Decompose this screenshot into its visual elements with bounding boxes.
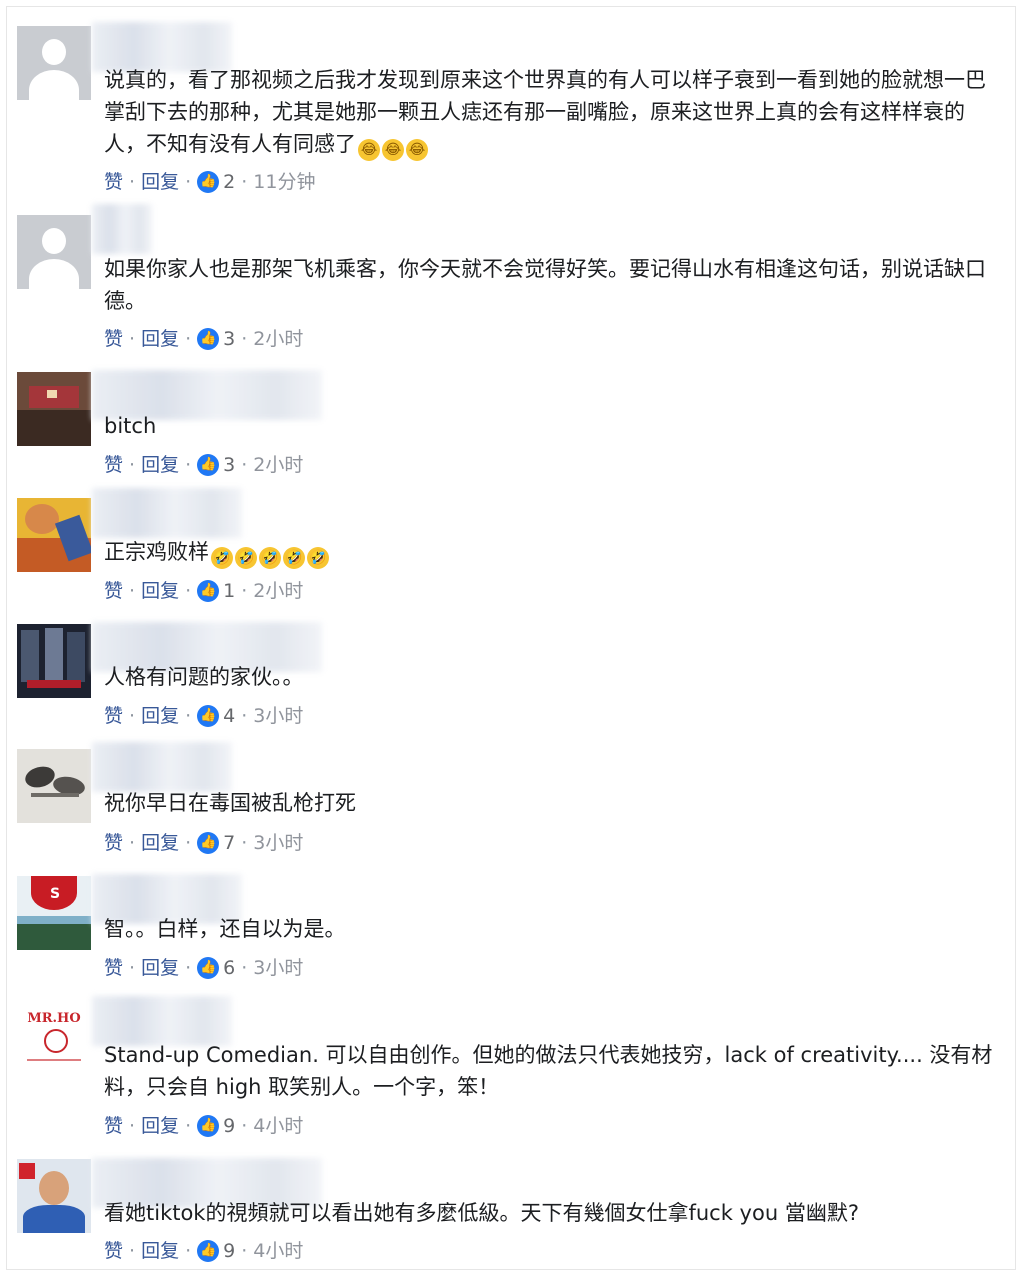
- reply-button[interactable]: 回复: [141, 578, 179, 604]
- comment-actions: 赞 · 回复 · 👍 3 · 2小时: [104, 326, 304, 352]
- laughing-emoji-icon: 😂: [406, 139, 428, 161]
- room-photo-avatar[interactable]: [17, 372, 91, 446]
- comment-actions: 赞 · 回复 · 👍 7 · 3小时: [104, 830, 304, 856]
- like-count: 9: [223, 1240, 236, 1262]
- blurred-username: [92, 488, 242, 538]
- like-count: 3: [223, 454, 236, 476]
- timestamp[interactable]: 4小时: [253, 1113, 303, 1139]
- reply-button[interactable]: 回复: [141, 326, 179, 352]
- comment-text: 智。。白样，还自以为是。: [104, 917, 346, 941]
- default-avatar[interactable]: [17, 26, 91, 100]
- reply-button[interactable]: 回复: [141, 955, 179, 981]
- comment-text: 看她tiktok的視頻就可以看出她有多麼低級。天下有幾個女仕拿fuck you …: [104, 1201, 859, 1225]
- like-button[interactable]: 赞: [104, 452, 123, 478]
- thumbs-up-icon[interactable]: 👍: [197, 1240, 220, 1262]
- like-count: 6: [223, 957, 236, 979]
- like-button[interactable]: 赞: [104, 955, 123, 981]
- like-button[interactable]: 赞: [104, 1113, 123, 1139]
- horse-painting-avatar[interactable]: [17, 749, 91, 823]
- mr-ho-logo-avatar[interactable]: MR.HO: [17, 1003, 91, 1077]
- laughing-emoji-icon: 😂: [382, 139, 404, 161]
- reply-button[interactable]: 回复: [141, 169, 179, 195]
- reply-button[interactable]: 回复: [141, 830, 179, 856]
- timestamp[interactable]: 4小时: [253, 1238, 303, 1264]
- timestamp[interactable]: 11分钟: [253, 169, 315, 195]
- comment-text: 如果你家人也是那架飞机乘客，你今天就不会觉得好笑。要记得山水有相逢这句话，别说话…: [104, 257, 986, 313]
- reply-button[interactable]: 回复: [141, 1238, 179, 1264]
- like-count: 9: [223, 1115, 236, 1137]
- comment-actions: 赞 · 回复 · 👍 2 · 11分钟: [104, 169, 316, 195]
- like-count: 7: [223, 832, 236, 854]
- timestamp[interactable]: 3小时: [253, 703, 303, 729]
- like-button[interactable]: 赞: [104, 830, 123, 856]
- comment-actions: 赞 · 回复 · 👍 6 · 3小时: [104, 955, 304, 981]
- default-avatar[interactable]: [17, 215, 91, 289]
- brand-logo-text: MR.HO: [27, 1011, 81, 1026]
- comment-actions: 赞 · 回复 · 👍 1 · 2小时: [104, 578, 304, 604]
- comment-text: 说真的，看了那视频之后我才发现到原来这个世界真的有人可以样子衰到一看到她的脸就想…: [104, 64, 994, 161]
- like-button[interactable]: 赞: [104, 326, 123, 352]
- like-count: 4: [223, 705, 236, 727]
- thumbs-up-icon[interactable]: 👍: [197, 705, 220, 727]
- thumbs-up-icon[interactable]: 👍: [197, 1115, 220, 1137]
- like-button[interactable]: 赞: [104, 1238, 123, 1264]
- timestamp[interactable]: 2小时: [253, 578, 303, 604]
- like-button[interactable]: 赞: [104, 703, 123, 729]
- reply-button[interactable]: 回复: [141, 703, 179, 729]
- like-button[interactable]: 赞: [104, 578, 123, 604]
- blurred-username: [92, 742, 232, 792]
- thumbs-up-icon[interactable]: 👍: [197, 580, 220, 602]
- comment-text: 人格有问题的家伙。。: [104, 665, 304, 689]
- rolling-laughing-emoji-icon: 🤣: [259, 547, 281, 569]
- comment-actions: 赞 · 回复 · 👍 9 · 4小时: [104, 1113, 304, 1139]
- comment-text: bitch: [104, 414, 157, 438]
- thumbs-up-icon[interactable]: 👍: [197, 454, 220, 476]
- comment-text: Stand-up Comedian. 可以自由创作。但她的做法只代表她技穷，la…: [104, 1043, 993, 1099]
- man-photo-avatar[interactable]: [17, 1159, 91, 1233]
- timestamp[interactable]: 3小时: [253, 955, 303, 981]
- like-count: 2: [223, 171, 236, 193]
- thumbs-up-icon[interactable]: 👍: [197, 171, 220, 193]
- reply-button[interactable]: 回复: [141, 452, 179, 478]
- comic-avatar[interactable]: [17, 498, 91, 572]
- comment-text: 正宗鸡败样 🤣 🤣 🤣 🤣 🤣: [104, 536, 994, 569]
- rolling-laughing-emoji-icon: 🤣: [307, 547, 329, 569]
- like-count: 1: [223, 580, 236, 602]
- thumbs-up-icon[interactable]: 👍: [197, 328, 220, 350]
- reply-button[interactable]: 回复: [141, 1113, 179, 1139]
- comment-text: 祝你早日在毒国被乱枪打死: [104, 791, 356, 815]
- like-button[interactable]: 赞: [104, 169, 123, 195]
- thumbs-up-icon[interactable]: 👍: [197, 832, 220, 854]
- timestamp[interactable]: 2小时: [253, 326, 303, 352]
- comment-actions: 赞 · 回复 · 👍 9 · 4小时: [104, 1238, 304, 1264]
- like-count: 3: [223, 328, 236, 350]
- movie-poster-avatar[interactable]: [17, 624, 91, 698]
- thumbs-up-icon[interactable]: 👍: [197, 957, 220, 979]
- timestamp[interactable]: 2小时: [253, 452, 303, 478]
- nature-logo-avatar[interactable]: S: [17, 876, 91, 950]
- rolling-laughing-emoji-icon: 🤣: [235, 547, 257, 569]
- timestamp[interactable]: 3小时: [253, 830, 303, 856]
- comment-actions: 赞 · 回复 · 👍 4 · 3小时: [104, 703, 304, 729]
- laughing-emoji-icon: 😂: [358, 139, 380, 161]
- rolling-laughing-emoji-icon: 🤣: [211, 547, 233, 569]
- blurred-username: [92, 204, 152, 254]
- comment-actions: 赞 · 回复 · 👍 3 · 2小时: [104, 452, 304, 478]
- rolling-laughing-emoji-icon: 🤣: [283, 547, 305, 569]
